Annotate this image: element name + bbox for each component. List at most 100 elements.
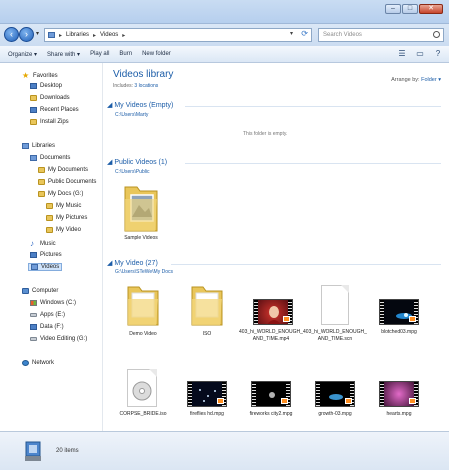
content-pane: Videos library Includes: 3 locations Arr… [103,63,449,431]
file-item[interactable]: fireworks city2.mpg [239,367,303,431]
recent-places-icon [30,107,37,113]
breadcrumb-separator: ▸ [59,32,63,39]
help-icon[interactable]: ? [433,49,443,59]
close-button[interactable]: ✕ [419,4,443,14]
file-item[interactable]: Demo Video [111,281,175,353]
sidebar-item-computer[interactable]: Computer [22,288,58,294]
sidebar-item-apps-e[interactable]: Apps (E:) [30,312,65,318]
file-name: Demo Video [129,331,157,337]
folder-icon [191,286,223,326]
libraries-icon [48,32,55,38]
folder-icon [46,227,53,233]
sidebar-item-my-documents[interactable]: My Documents [38,167,88,173]
desktop-icon [30,83,37,89]
folder-icon [38,179,45,185]
sidebar-item-label: My Video [56,227,81,233]
sidebar-item-libraries[interactable]: Libraries [22,143,55,149]
library-title: Videos library [113,69,174,80]
sidebar-item-network[interactable]: Network [22,360,54,366]
file-item[interactable]: Sample Videos [113,181,169,251]
sidebar-item-downloads[interactable]: Downloads [30,95,70,101]
sidebar-item-windows-c[interactable]: Windows (C:) [30,300,76,306]
sidebar-item-video-editing-g[interactable]: Video Editing (G:) [30,336,87,342]
breadcrumb-separator: ▸ [93,32,97,39]
library-includes: Includes: 3 locations [113,83,158,89]
preview-pane-icon[interactable]: ▭ [415,49,425,59]
sidebar-item-my-docs-g[interactable]: My Docs (G:) [38,191,83,197]
file-item[interactable]: 403_hi_WORLD_ENOUGH_AND_TIME.mp4 [239,281,303,353]
music-icon: ♪ [30,239,34,248]
sidebar-item-data-f[interactable]: Data (F:) [30,324,64,330]
file-item[interactable]: hearts.mpg [367,367,431,431]
video-thumbnail [187,381,227,407]
file-name: ISO [202,331,212,337]
refresh-icon[interactable]: ⟳ [301,29,308,38]
sidebar-item-my-music[interactable]: My Music [46,203,81,209]
address-bar[interactable]: ▸ Libraries ▸ Videos ▸ ▾ ⟳ [44,28,312,42]
folder-icon [46,215,53,221]
group-path[interactable]: C:\Users\Marty [115,112,148,118]
sidebar-item-install-zips[interactable]: Install Zips [30,119,69,125]
folder-icon [38,191,45,197]
group-divider [185,163,441,164]
group-divider [171,264,441,265]
sidebar-item-music[interactable]: ♪ Music [30,240,56,248]
group-header-my-video[interactable]: ◢ My Video (27) [107,259,158,267]
arrange-by-dropdown[interactable]: Folder ▾ [421,77,441,83]
breadcrumb-videos[interactable]: Videos [100,32,118,38]
arrange-by: Arrange by: Folder ▾ [391,77,441,83]
sidebar-item-favorites[interactable]: ★ Favorites [22,72,58,80]
sidebar-item-documents[interactable]: Documents [30,155,70,161]
sidebar-item-videos[interactable]: Videos [28,263,63,271]
file-item[interactable]: CORPSE_BRIDE.iso [111,367,175,431]
sidebar-item-my-video[interactable]: My Video [46,227,81,233]
address-dropdown[interactable]: ▾ [290,30,293,37]
recent-pages-dropdown[interactable]: ▾ [36,30,39,37]
documents-icon [30,155,37,161]
folder-icon [124,186,158,232]
folder-icon [127,286,159,326]
file-item[interactable]: growth-03.mpg [303,367,367,431]
play-all-button[interactable]: Play all [90,51,109,57]
computer-icon [22,288,29,294]
file-item[interactable]: fireflies hd.mpg [175,367,239,431]
file-item[interactable]: 403_hi_WORLD_ENOUGH_AND_TIME.scn [303,281,367,353]
organize-button[interactable]: Organize ▾ [8,51,37,58]
sidebar-item-my-pictures[interactable]: My Pictures [46,215,87,221]
sidebar-item-label: Install Zips [40,119,69,125]
folder-icon [38,167,45,173]
minimize-button[interactable]: – [385,4,401,14]
videos-icon [31,264,38,270]
group-path[interactable]: C:\Users\Public [115,169,149,175]
group-header-public-videos[interactable]: ◢ Public Videos (1) [107,158,167,166]
group-header-my-videos[interactable]: ◢ My Videos (Empty) [107,101,173,109]
folder-icon [46,203,53,209]
includes-locations-link[interactable]: 3 locations [134,83,158,89]
burn-button[interactable]: Burn [119,51,132,57]
sidebar-item-label: Music [40,241,56,247]
file-item[interactable]: ISO [175,281,239,353]
file-name: fireflies hd.mpg [190,411,224,417]
title-bar: – □ ✕ [0,0,449,24]
sidebar-item-label: Data (F:) [40,324,64,330]
sidebar-item-pictures[interactable]: Pictures [30,252,62,258]
video-thumbnail [253,299,293,325]
sidebar-item-label: Libraries [32,143,56,149]
maximize-button[interactable]: □ [402,4,418,14]
sidebar-item-recent-places[interactable]: Recent Places [30,107,79,113]
sidebar-item-public-documents[interactable]: Public Documents [38,179,96,185]
video-badge-icon [345,398,352,404]
folder-icon [30,95,37,101]
back-button[interactable]: ‹ [4,27,19,42]
new-folder-button[interactable]: New folder [142,51,171,57]
breadcrumb-libraries[interactable]: Libraries [66,32,89,38]
sidebar-item-desktop[interactable]: Desktop [30,83,62,89]
share-with-button[interactable]: Share with ▾ [47,51,80,58]
file-item[interactable]: blotched03.mpg [367,281,431,353]
search-input[interactable]: Search Videos [318,28,444,42]
forward-button[interactable]: › [19,27,34,42]
group-path[interactable]: G:\Users\STeWe\My Docs [115,269,173,275]
video-badge-icon [217,398,224,404]
change-view-icon[interactable]: ☰ [397,49,407,59]
file-name: 403_hi_WORLD_ENOUGH_AND_TIME.mp4 [239,329,303,342]
